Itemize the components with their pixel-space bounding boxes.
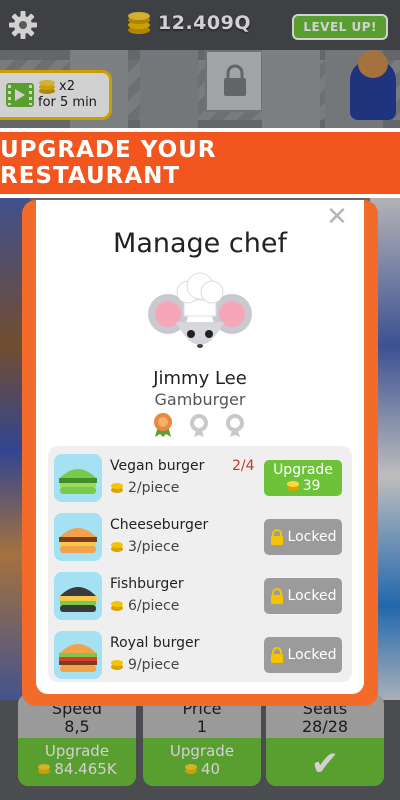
- coin-icon: [111, 601, 123, 611]
- modal-title: Manage chef: [113, 228, 287, 259]
- coin-icon: [111, 542, 123, 552]
- recipe-name: Fishburger: [110, 576, 184, 592]
- banner-text: UPGRADE YOUR RESTAURANT: [0, 137, 217, 189]
- padlock-icon: [270, 529, 283, 545]
- royal-burger-icon: [54, 631, 102, 679]
- recipe-price: 6/piece: [110, 598, 179, 614]
- medal-empty-icon: [190, 414, 208, 437]
- medal-earned-icon: [154, 413, 172, 437]
- chef-medals: [152, 412, 246, 438]
- close-icon[interactable]: ✕: [326, 204, 348, 230]
- padlock-icon: [270, 647, 283, 663]
- coin-icon: [286, 481, 299, 492]
- medal-empty-icon: [226, 414, 244, 437]
- manage-chef-modal: ✕ Manage chef Jimmy Lee Gamburger Vegan …: [22, 200, 378, 706]
- modal-panel: ✕ Manage chef Jimmy Lee Gamburger Vegan …: [36, 200, 364, 694]
- upgrade-banner: UPGRADE YOUR RESTAURANT: [0, 128, 400, 198]
- recipe-price: 9/piece: [110, 657, 179, 673]
- recipe-name: Royal burger: [110, 635, 200, 651]
- locked-label: Locked: [287, 647, 337, 663]
- recipe-item-royal-burger: Royal burger 9/piece Locked: [54, 631, 346, 683]
- chef-name: Jimmy Lee: [153, 368, 247, 389]
- mouse-chef-avatar: [148, 272, 252, 348]
- coin-icon: [111, 660, 123, 670]
- recipe-item-cheeseburger: Cheeseburger 3/piece Locked: [54, 513, 346, 565]
- vegan-burger-icon: [54, 454, 102, 502]
- recipe-price: 3/piece: [110, 539, 179, 555]
- recipe-name: Vegan burger: [110, 458, 205, 474]
- recipe-item-vegan-burger: Vegan burger 2/piece 2/4 Upgrade 39: [54, 454, 346, 506]
- recipe-locked-button[interactable]: Locked: [264, 519, 342, 555]
- cheeseburger-icon: [54, 513, 102, 561]
- recipe-upgrade-button[interactable]: Upgrade 39: [264, 460, 342, 496]
- chef-specialty: Gamburger: [154, 390, 246, 409]
- recipe-item-fishburger: Fishburger 6/piece Locked: [54, 572, 346, 624]
- upgrade-cost: 39: [302, 478, 321, 495]
- recipe-locked-button[interactable]: Locked: [264, 637, 342, 673]
- recipe-price: 2/piece: [110, 480, 179, 496]
- fishburger-icon: [54, 572, 102, 620]
- recipe-progress: 2/4: [232, 458, 255, 474]
- upgrade-label: Upgrade: [273, 462, 333, 478]
- recipe-name: Cheeseburger: [110, 517, 209, 533]
- locked-label: Locked: [287, 588, 337, 604]
- coin-icon: [111, 483, 123, 493]
- recipe-list: Vegan burger 2/piece 2/4 Upgrade 39 Chee…: [48, 446, 352, 682]
- locked-label: Locked: [287, 529, 337, 545]
- recipe-locked-button[interactable]: Locked: [264, 578, 342, 614]
- padlock-icon: [270, 588, 283, 604]
